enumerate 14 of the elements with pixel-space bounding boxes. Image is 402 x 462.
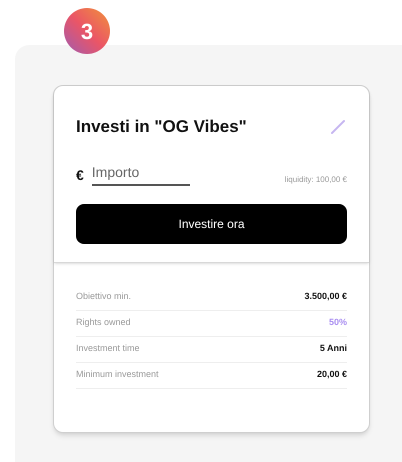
amount-field[interactable]: Importo bbox=[92, 162, 190, 186]
detail-value: 5 Anni bbox=[320, 342, 347, 356]
detail-label: Minimum investment bbox=[76, 368, 159, 382]
detail-label: Rights owned bbox=[76, 316, 131, 330]
detail-label: Investment time bbox=[76, 342, 140, 356]
currency-symbol: € bbox=[76, 166, 84, 184]
card-title: Investi in "OG Vibes" bbox=[76, 116, 247, 138]
invest-button[interactable]: Investire ora bbox=[76, 204, 347, 244]
step-badge: 3 bbox=[64, 8, 110, 54]
liquidity-text: liquidity: 100,00 € bbox=[284, 174, 347, 186]
detail-value: 50% bbox=[328, 316, 347, 330]
detail-value: 20,00 € bbox=[316, 368, 347, 382]
detail-label: Obiettivo min. bbox=[76, 290, 132, 304]
detail-value: 3.500,00 € bbox=[304, 290, 347, 304]
